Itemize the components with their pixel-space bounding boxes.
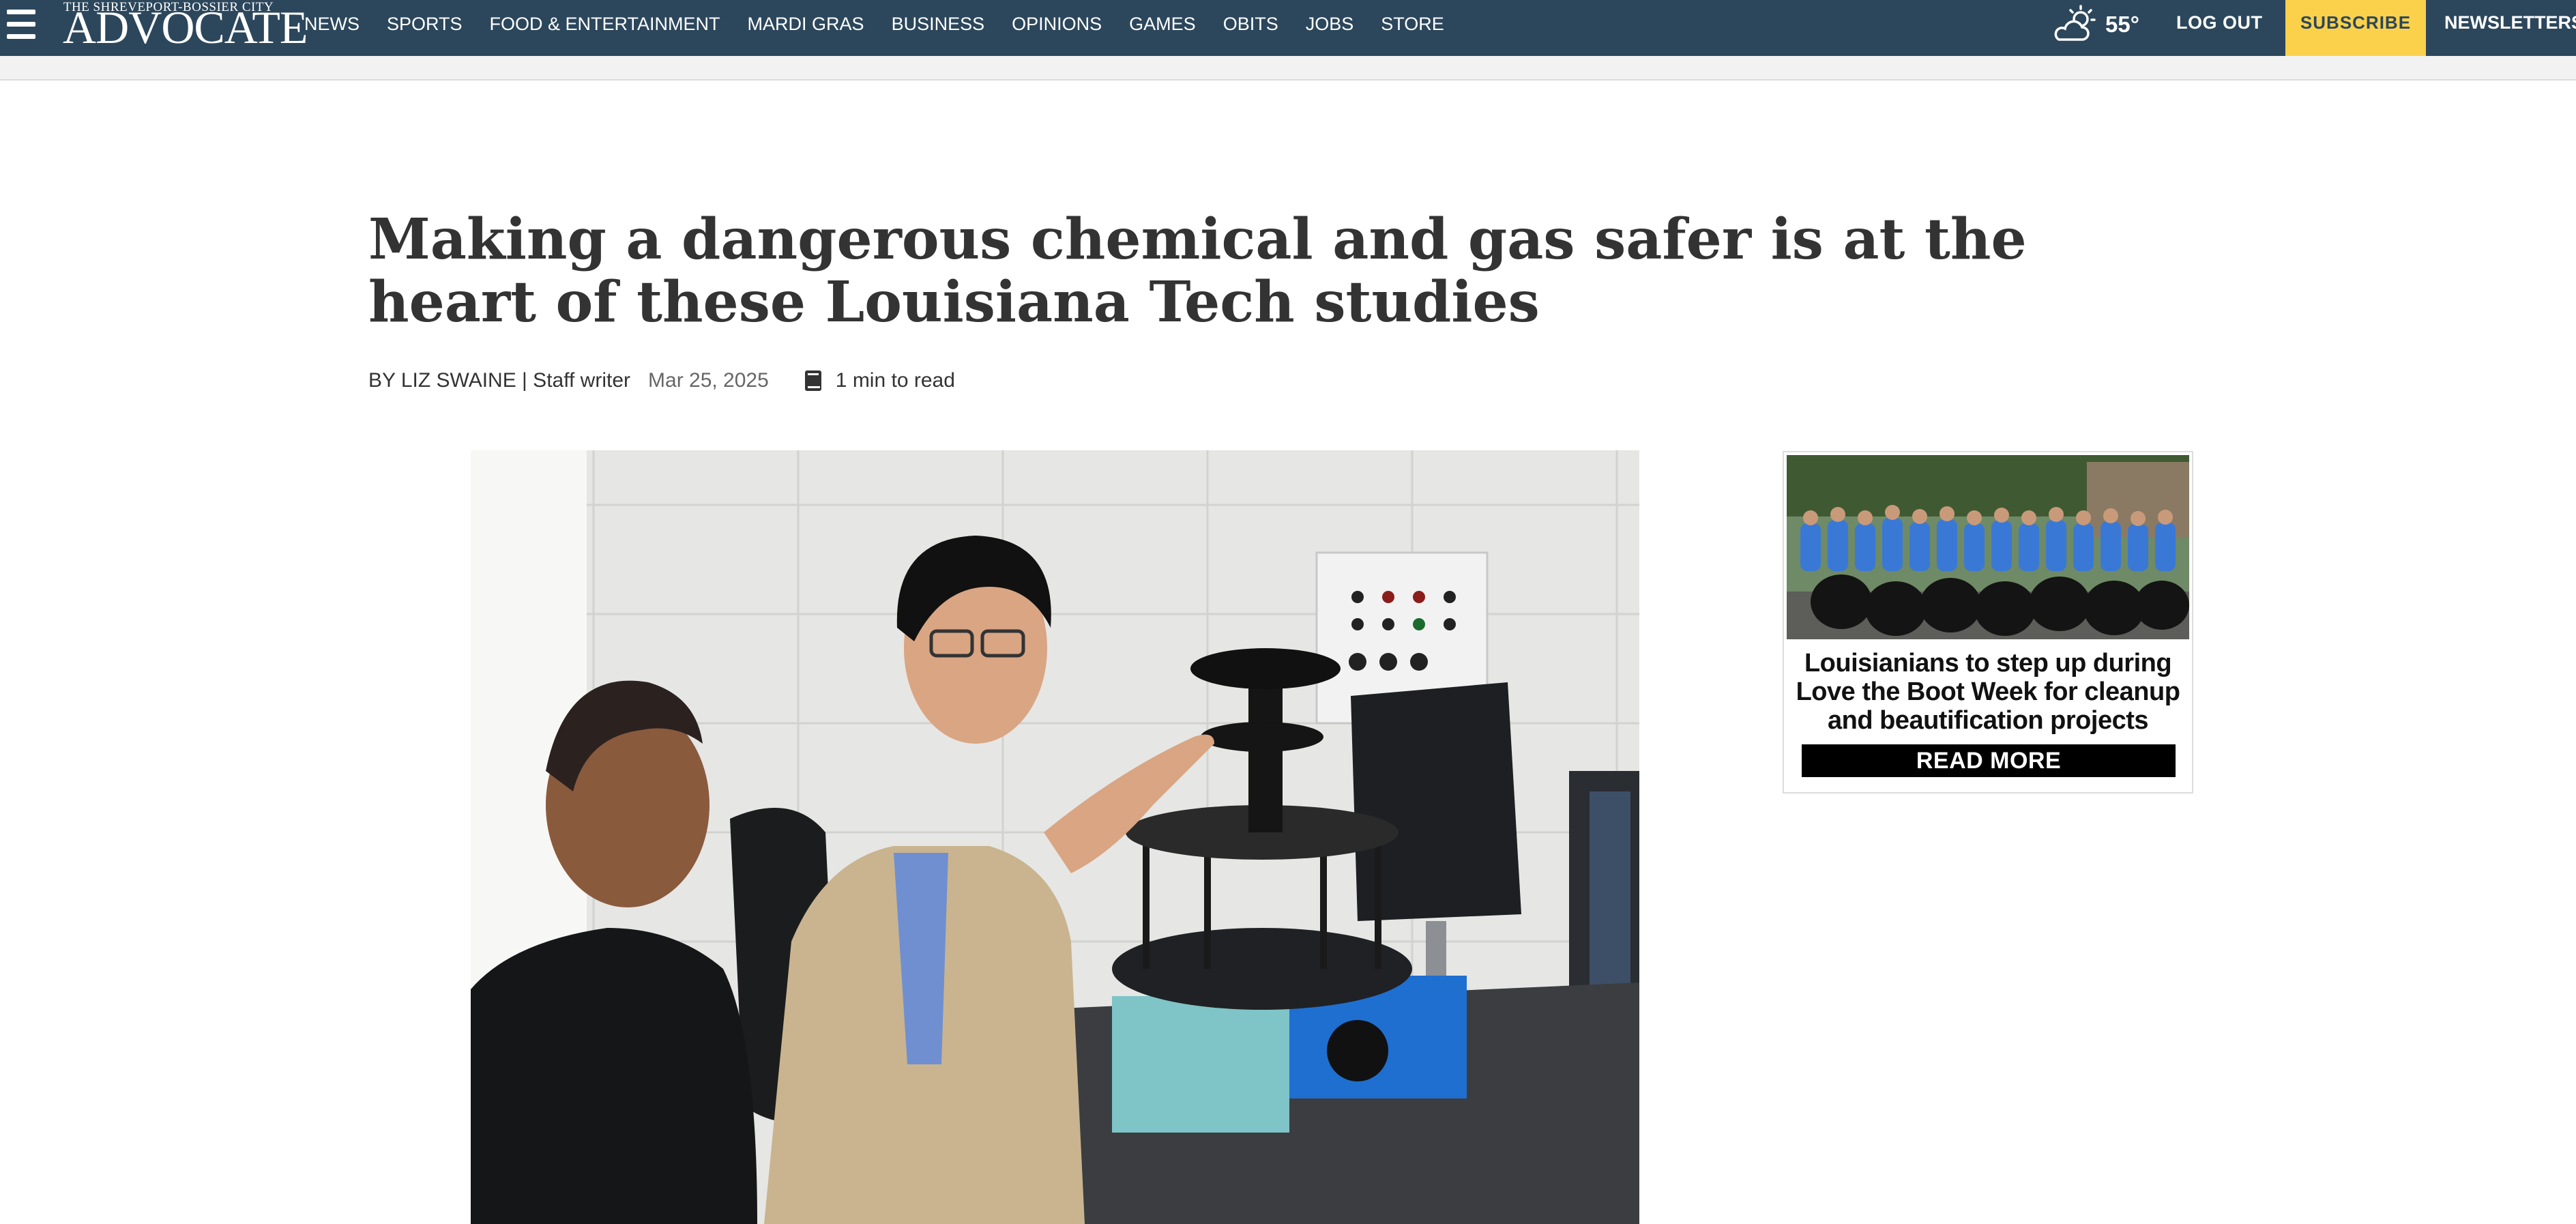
partly-cloudy-sun-icon — [2054, 5, 2096, 41]
author-byline[interactable]: BY LIZ SWAINE | Staff writer — [368, 369, 630, 392]
section-nav: NEWS SPORTS FOOD & ENTERTAINMENT MARDI G… — [304, 0, 1444, 48]
book-icon — [804, 370, 821, 391]
nav-link-jobs[interactable]: JOBS — [1306, 14, 1354, 35]
weather-widget[interactable]: 55° — [2052, 4, 2139, 45]
nav-link-food-entertainment[interactable]: FOOD & ENTERTAINMENT — [490, 14, 720, 35]
ad-read-more-button[interactable]: READ MORE — [1802, 744, 2176, 777]
nav-link-business[interactable]: BUSINESS — [892, 14, 985, 35]
read-time: 1 min to read — [835, 369, 955, 392]
newsletters-link[interactable]: NEWSLETTERS — [2444, 0, 2576, 48]
article-hero-photo[interactable] — [471, 450, 1639, 1224]
article-headline: Making a dangerous chemical and gas safe… — [368, 207, 2027, 335]
nav-link-opinions[interactable]: OPINIONS — [1012, 14, 1102, 35]
logo-wordmark: ADVOCATE — [63, 1, 308, 53]
nav-link-news[interactable]: NEWS — [304, 14, 360, 35]
temperature: 55° — [2105, 12, 2139, 37]
site-logo[interactable]: THE SHREVEPORT-BOSSIER CITY ADVOCATE — [63, 0, 308, 53]
ad-headline[interactable]: Louisianians to step up during Love the … — [1784, 649, 2192, 735]
nav-link-mardi-gras[interactable]: MARDI GRAS — [748, 14, 864, 35]
nav-link-sports[interactable]: SPORTS — [387, 14, 463, 35]
top-navigation-bar: THE SHREVEPORT-BOSSIER CITY ADVOCATE NEW… — [0, 0, 2576, 56]
nav-link-obits[interactable]: OBITS — [1223, 14, 1278, 35]
ad-photo[interactable] — [1787, 455, 2189, 639]
nav-link-store[interactable]: STORE — [1381, 14, 1444, 35]
secondary-bar — [0, 56, 2576, 81]
nav-link-games[interactable]: GAMES — [1129, 14, 1196, 35]
sidebar-advertisement[interactable]: Louisianians to step up during Love the … — [1783, 451, 2193, 793]
publish-date: Mar 25, 2025 — [648, 369, 769, 392]
logout-link[interactable]: LOG OUT — [2176, 0, 2263, 48]
subscribe-button[interactable]: SUBSCRIBE — [2285, 0, 2426, 56]
article-meta: BY LIZ SWAINE | Staff writer Mar 25, 202… — [368, 366, 955, 396]
hamburger-menu-icon[interactable] — [7, 10, 35, 40]
